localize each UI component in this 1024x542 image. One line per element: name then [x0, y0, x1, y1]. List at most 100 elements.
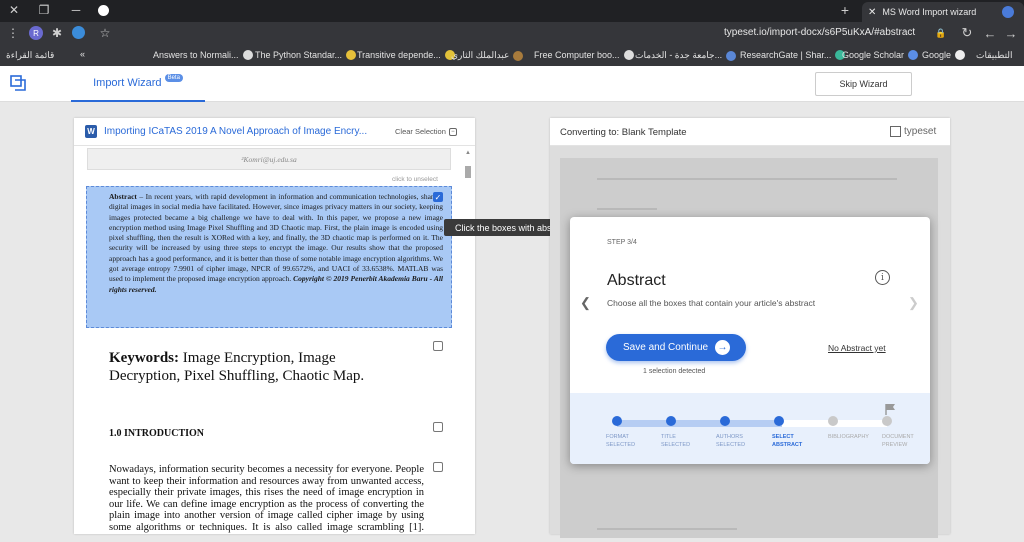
bookmark-favicon-icon — [242, 50, 253, 60]
email-block[interactable]: ²Komri@uj.edu.sa — [87, 148, 451, 170]
flag-icon — [885, 404, 895, 415]
abstract-block-selected[interactable]: Abstract – In recent years, with rapid d… — [86, 186, 452, 328]
bookmarks-overflow-icon[interactable]: « — [80, 49, 85, 59]
converting-to-title: Converting to: Blank Template — [560, 127, 687, 138]
step-indicator: STEP 3/4 — [607, 239, 637, 246]
step-label-authors: AUTHORS SELECTED — [716, 434, 746, 448]
scroll-thumb[interactable] — [465, 166, 471, 178]
info-icon[interactable]: i — [875, 270, 890, 285]
bookmark-item[interactable]: Answers to Normali... — [153, 50, 253, 60]
scroll-up-icon[interactable]: ▲ — [465, 150, 471, 156]
source-document-panel: W Importing ICaTAS 2019 A Novel Approach… — [74, 118, 475, 534]
intro-paragraph[interactable]: Nowadays, information security becomes a… — [109, 464, 424, 534]
typeset-logo-icon[interactable] — [10, 75, 26, 91]
intro-paragraph-checkbox[interactable] — [433, 462, 443, 472]
dialog-subtitle: Choose all the boxes that contain your a… — [607, 298, 816, 308]
typeset-logo-icon — [890, 126, 901, 137]
keywords-block-checkbox[interactable] — [433, 341, 443, 351]
tab-import-wizard-label: Import Wizard — [93, 77, 162, 89]
template-preview-header: Converting to: Blank Template typeset — [550, 118, 950, 146]
bookmark-item[interactable]: Google Scholar — [842, 50, 919, 60]
lock-icon[interactable]: 🔒 — [935, 26, 946, 40]
intro-heading[interactable]: 1.0 INTRODUCTION — [109, 428, 204, 439]
stepper-track-progress — [617, 420, 782, 427]
minimize-icon[interactable]: ─ — [70, 3, 82, 17]
document-title: Importing ICaTAS 2019 A Novel Approach o… — [104, 126, 368, 137]
abstract-step-dialog: STEP 3/4 ❮ ❯ Abstract i Choose all the b… — [570, 217, 930, 464]
step-label-preview: DOCUMENT PREVIEW — [882, 434, 914, 448]
dialog-title: Abstract — [607, 272, 666, 289]
tab-close-icon[interactable]: ✕ — [868, 7, 876, 18]
abstract-text: – In recent years, with rapid developmen… — [109, 192, 443, 284]
bookmark-item[interactable]: عبدالملك الثاري — [451, 50, 524, 61]
bookmark-favicon-icon — [726, 50, 737, 61]
step-dot-abstract — [774, 416, 784, 426]
save-and-continue-button[interactable]: Save and Continue → — [606, 334, 746, 361]
next-step-arrow-icon[interactable]: ❯ — [908, 295, 919, 311]
google-icon — [955, 50, 966, 60]
arrow-right-icon: → — [715, 340, 730, 355]
reload-icon[interactable]: ↻ — [960, 25, 974, 41]
close-icon[interactable]: ✕ — [8, 3, 20, 17]
profile-avatar[interactable]: R — [29, 26, 43, 40]
new-tab-icon[interactable]: + — [838, 2, 852, 18]
document-scroll-area[interactable]: ²Komri@uj.edu.sa click to unselect Abstr… — [74, 146, 475, 534]
bookmark-item[interactable]: التطبيقات — [976, 50, 1013, 61]
media-icon[interactable] — [98, 5, 109, 16]
step-label-bibliography: BIBLIOGRAPHY — [828, 434, 869, 440]
tab-title: MS Word Import wizard — [882, 7, 977, 17]
no-abstract-link[interactable]: No Abstract yet — [828, 343, 886, 353]
bookmark-item[interactable]: Google — [922, 50, 966, 60]
skip-wizard-button[interactable]: Skip Wizard — [815, 72, 912, 96]
minus-box-icon: − — [448, 127, 457, 136]
save-and-continue-label: Save and Continue — [623, 342, 709, 353]
abstract-block-checkbox[interactable]: ✓ — [433, 192, 443, 202]
progress-stepper: FORMAT SELECTED TITLE SELECTED AUTHORS S… — [570, 393, 930, 464]
extensions-puzzle-icon[interactable]: ✱ — [50, 26, 64, 40]
step-dot-bibliography — [828, 416, 838, 426]
bookmark-item[interactable]: Transitive depende... — [357, 50, 455, 60]
intro-heading-checkbox[interactable] — [433, 422, 443, 432]
preview-line — [597, 528, 737, 530]
bookmark-item[interactable]: جامعة جدة - الخدمات... — [635, 50, 737, 61]
step-dot-authors — [720, 416, 730, 426]
browser-toolbar: ⋮ R ✱ ☆ typeset.io/import-docx/s6P5uKxA/… — [0, 22, 1024, 44]
back-icon[interactable]: → — [1004, 25, 1018, 41]
abstract-lead: Abstract — [109, 192, 137, 201]
bookmarks-bar: قائمة القراءة « Answers to Normali... Th… — [0, 44, 1024, 66]
word-document-icon: W — [85, 125, 97, 138]
step-dot-title — [666, 416, 676, 426]
step-label-abstract: SELECT ABSTRACT — [772, 434, 803, 448]
bookmark-item[interactable]: ResearchGate | Shar... — [740, 50, 846, 60]
bookmark-star-icon[interactable]: ☆ — [99, 26, 111, 40]
active-browser-tab[interactable]: ✕ MS Word Import wizard — [862, 2, 1024, 22]
selection-count: 1 selection detected — [643, 368, 706, 375]
bookmark-item[interactable]: The Python Standar... — [255, 50, 357, 60]
forward-icon[interactable]: ← — [983, 25, 997, 41]
menu-dots-icon[interactable]: ⋮ — [7, 26, 19, 40]
url-text[interactable]: typeset.io/import-docx/s6P5uKxA/#abstrac… — [724, 27, 915, 38]
extension-moon-icon[interactable] — [72, 26, 85, 39]
restore-window-icon[interactable]: ❐ — [38, 3, 50, 17]
bookmark-favicon-icon — [513, 50, 524, 61]
tab-favicon-icon — [1002, 6, 1014, 18]
keywords-lead: Keywords: — [109, 350, 179, 366]
preview-line — [597, 178, 897, 180]
reading-list[interactable]: قائمة القراءة — [6, 50, 54, 61]
typeset-brand: typeset — [890, 126, 936, 137]
step-label-title: TITLE SELECTED — [661, 434, 691, 448]
document-scrollbar[interactable]: ▲ — [463, 146, 473, 534]
bookmark-item[interactable]: Free Computer boo... — [534, 50, 634, 60]
previous-step-arrow-icon[interactable]: ❮ — [580, 295, 591, 311]
step-dot-format — [612, 416, 622, 426]
beta-badge: Beta — [164, 74, 183, 82]
globe-icon — [623, 50, 634, 60]
app-header: Import Wizard Beta Skip Wizard — [0, 66, 1024, 102]
python-icon — [346, 50, 357, 60]
source-document-header: W Importing ICaTAS 2019 A Novel Approach… — [74, 118, 475, 146]
keywords-block[interactable]: Keywords: Image Encryption, Image Decryp… — [109, 349, 409, 385]
tab-import-wizard[interactable]: Import Wizard Beta — [71, 66, 205, 102]
scholar-icon — [908, 50, 919, 60]
clear-selection-button[interactable]: Clear Selection − — [395, 127, 457, 136]
step-dot-preview — [882, 416, 892, 426]
